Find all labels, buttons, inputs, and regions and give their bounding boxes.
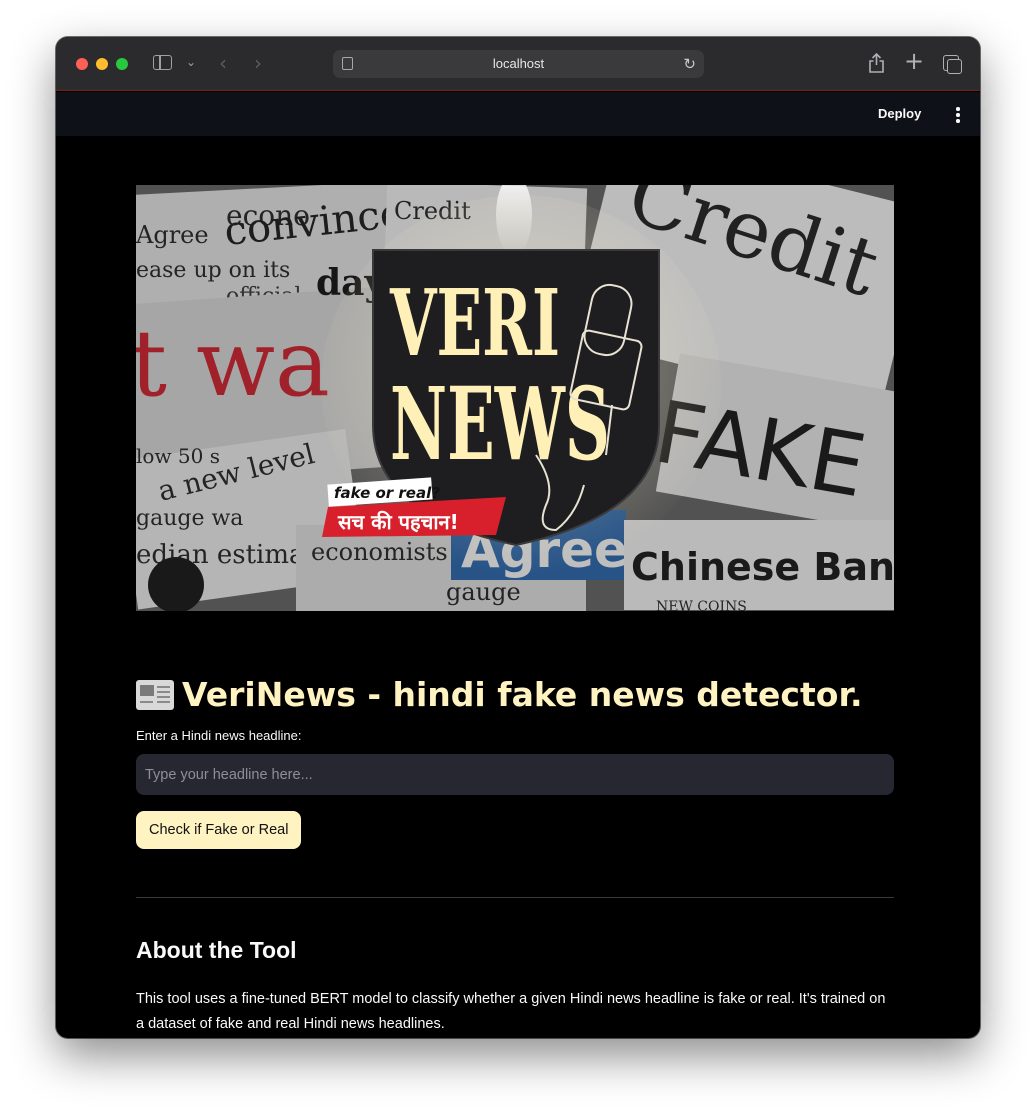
app-header: Deploy bbox=[56, 92, 980, 136]
svg-text:fake or real?: fake or real? bbox=[334, 484, 440, 502]
verinews-logo: VERI NEWS fake or real? सच की पहचान! bbox=[321, 195, 721, 575]
address-bar[interactable]: localhost ↻ bbox=[333, 50, 704, 78]
new-tab-icon[interactable]: + bbox=[904, 49, 924, 73]
headline-input-label: Enter a Hindi news headline: bbox=[136, 728, 302, 743]
chevron-down-icon[interactable]: ⌄ bbox=[186, 56, 196, 68]
section-divider bbox=[136, 897, 894, 898]
page-title: VeriNews - hindi fake news detector. bbox=[136, 665, 894, 725]
deploy-button[interactable]: Deploy bbox=[878, 92, 921, 136]
about-description: This tool uses a fine-tuned BERT model t… bbox=[136, 991, 886, 1032]
share-icon[interactable] bbox=[869, 53, 884, 73]
headline-input[interactable] bbox=[136, 754, 894, 795]
svg-text:सच की पहचान!: सच की पहचान! bbox=[337, 510, 459, 534]
browser-toolbar: ⌄ ‹ › localhost ↻ + bbox=[56, 37, 980, 91]
tab-overview-icon[interactable] bbox=[943, 55, 962, 74]
check-fake-or-real-button[interactable]: Check if Fake or Real bbox=[136, 811, 302, 849]
url-text: localhost bbox=[492, 56, 545, 71]
back-arrow-icon[interactable]: ‹ bbox=[219, 53, 227, 73]
sidebar-toggle-icon[interactable] bbox=[153, 55, 172, 70]
minimize-window-button[interactable] bbox=[96, 58, 108, 70]
hero-banner-image: econo Agree convince ease up on its offi… bbox=[136, 185, 894, 611]
reload-icon[interactable]: ↻ bbox=[683, 55, 696, 73]
forward-arrow-icon[interactable]: › bbox=[254, 53, 262, 73]
zoom-window-button[interactable] bbox=[116, 58, 128, 70]
page-title-text: VeriNews - hindi fake news detector. bbox=[182, 675, 863, 714]
close-window-button[interactable] bbox=[76, 58, 88, 70]
browser-window: ⌄ ‹ › localhost ↻ + Deploy econo Agree c… bbox=[56, 37, 980, 1038]
svg-text:NEWS: NEWS bbox=[390, 365, 610, 483]
main-menu-icon[interactable] bbox=[955, 107, 961, 123]
about-heading: About the Tool bbox=[136, 937, 297, 963]
svg-text:VERI: VERI bbox=[389, 269, 560, 377]
newspaper-icon bbox=[136, 680, 174, 710]
